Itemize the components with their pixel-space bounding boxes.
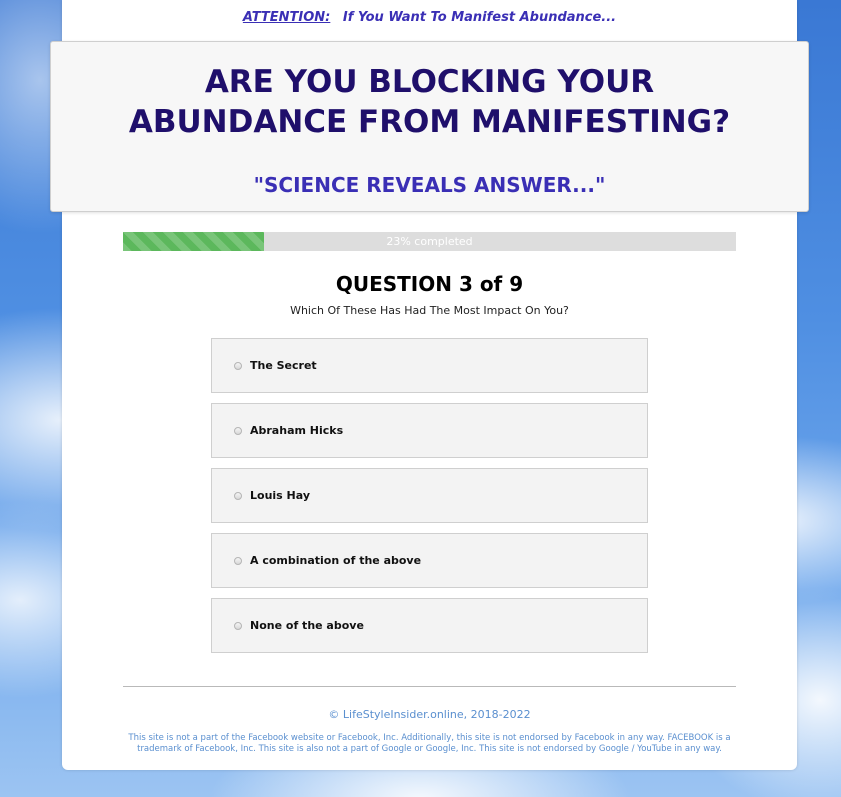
answer-option-abraham-hicks[interactable]: Abraham Hicks	[211, 403, 648, 458]
radio-icon[interactable]	[234, 491, 242, 500]
page-title: ARE YOU BLOCKING YOUR ABUNDANCE FROM MAN…	[128, 64, 731, 140]
question-title: QUESTION 3 of 9	[335, 272, 524, 296]
answer-options: The Secret Abraham Hicks Louis Hay A com…	[211, 338, 648, 663]
radio-icon[interactable]	[234, 621, 242, 630]
page-subtitle: "SCIENCE REVEALS ANSWER..."	[253, 173, 606, 197]
question-text: Which Of These Has Had The Most Impact O…	[290, 304, 569, 317]
answer-option-label: None of the above	[250, 619, 364, 632]
radio-icon[interactable]	[234, 556, 242, 565]
answer-option-louis-hay[interactable]: Louis Hay	[211, 468, 648, 523]
answer-option-label: A combination of the above	[250, 554, 422, 567]
attention-banner: ATTENTION: If You Want To Manifest Abund…	[62, 10, 797, 25]
answer-option-label: The Secret	[250, 359, 317, 372]
answer-option-none[interactable]: None of the above	[211, 598, 648, 653]
radio-icon[interactable]	[234, 361, 242, 370]
radio-icon[interactable]	[234, 426, 242, 435]
footer-disclaimer: This site is not a part of the Facebook …	[128, 733, 731, 754]
answer-option-combination[interactable]: A combination of the above	[211, 533, 648, 588]
headline-box: ARE YOU BLOCKING YOUR ABUNDANCE FROM MAN…	[50, 41, 809, 212]
progress-bar: 23% completed	[123, 232, 736, 251]
answer-option-label: Louis Hay	[250, 489, 311, 502]
answer-option-label: Abraham Hicks	[250, 424, 344, 437]
footer-divider	[123, 686, 736, 687]
attention-label: ATTENTION:	[242, 10, 331, 25]
footer-copyright: © LifeStyleInsider.online, 2018-2022	[328, 708, 531, 721]
progress-label: 23% completed	[386, 235, 473, 248]
attention-text: If You Want To Manifest Abundance...	[342, 10, 617, 25]
answer-option-the-secret[interactable]: The Secret	[211, 338, 648, 393]
